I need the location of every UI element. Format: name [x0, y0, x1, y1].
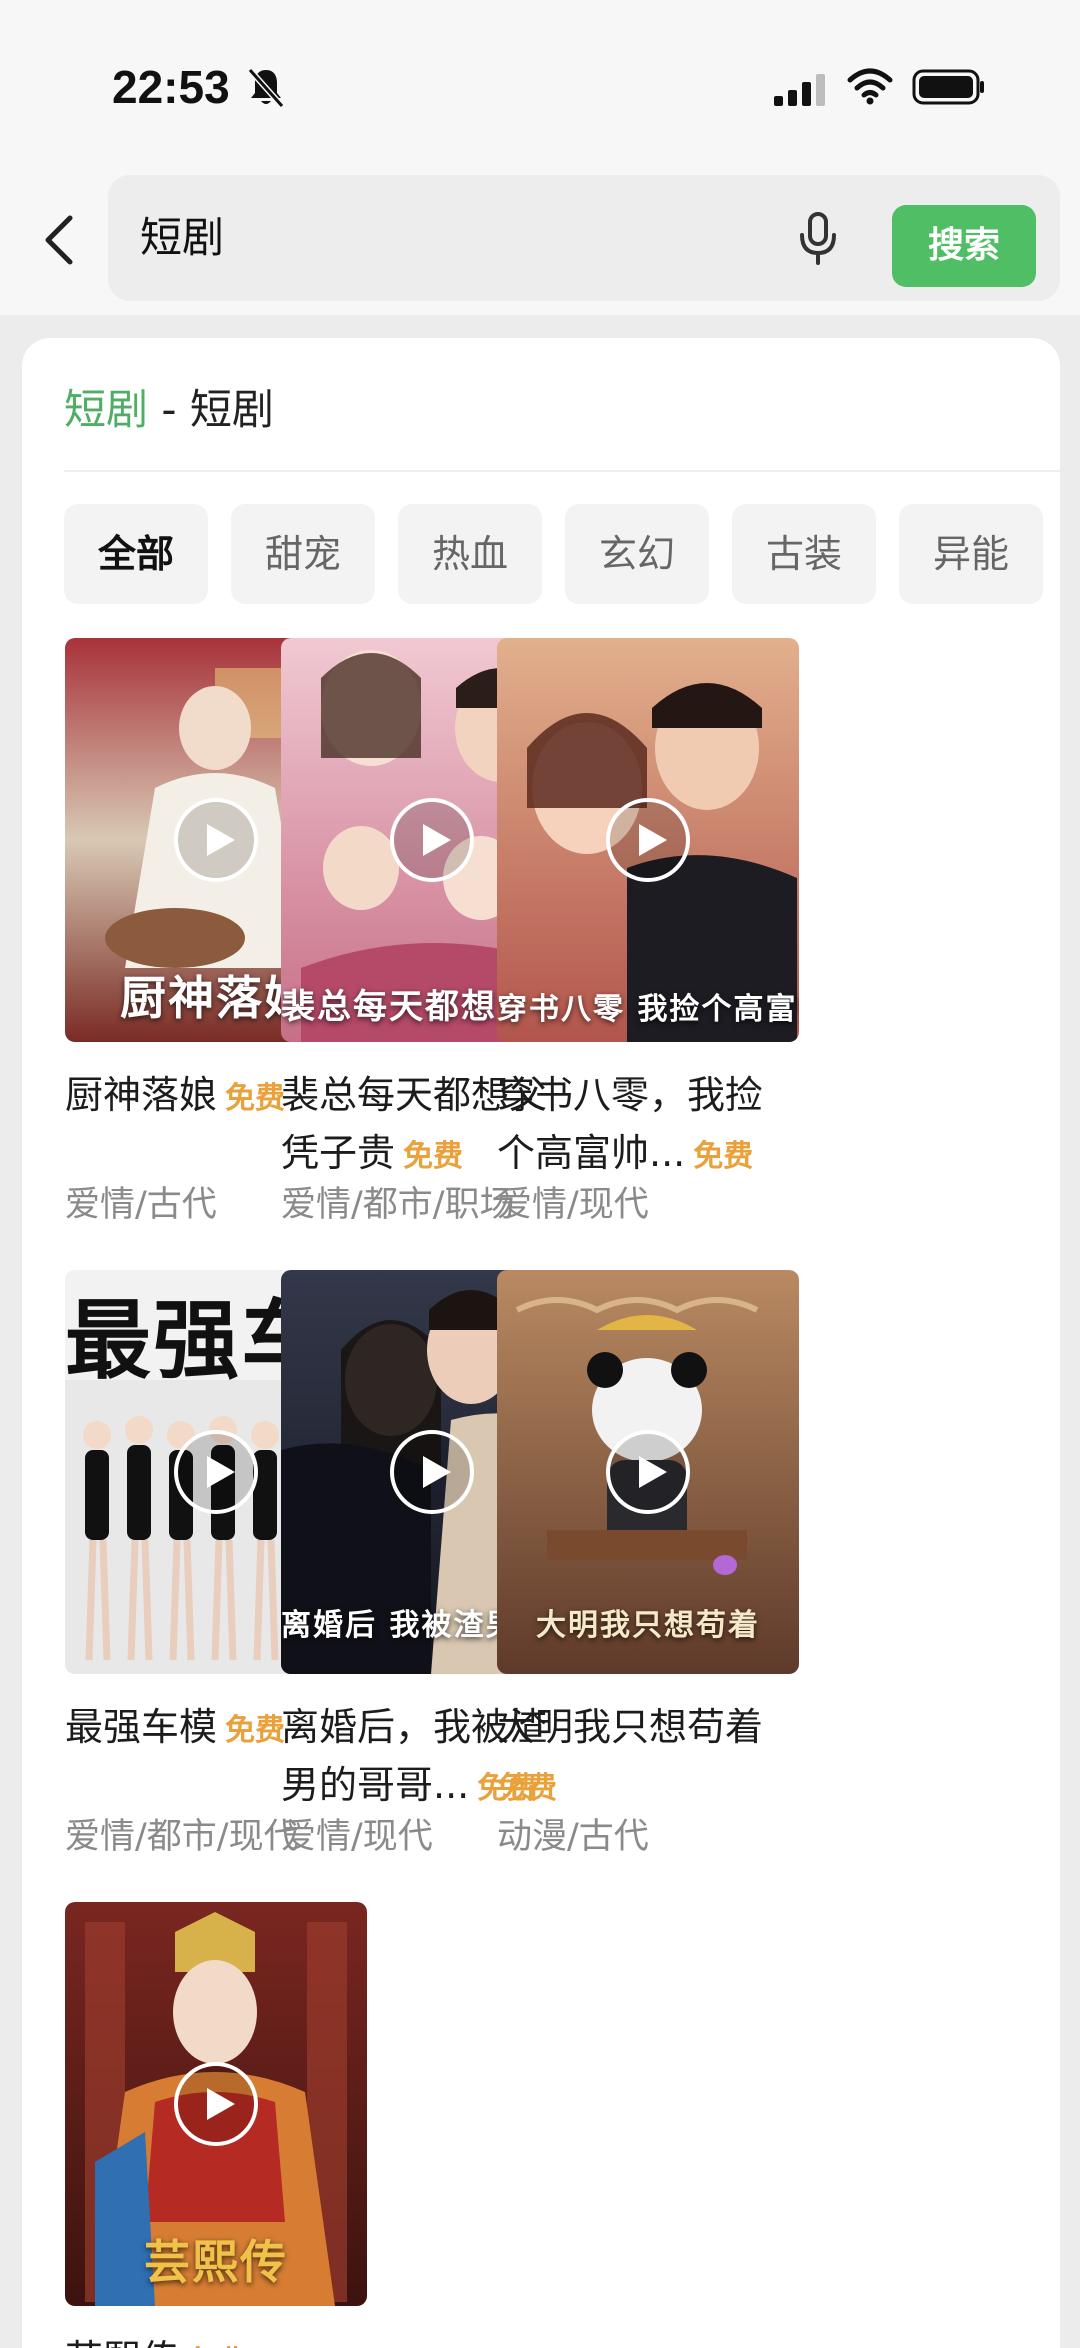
- free-badge: 免费: [693, 1139, 754, 1174]
- results-card: 短剧 - 短剧 全部 甜宠 热血 玄幻 古装 异能 厨神落娘 厨神落娘 免费 爱…: [22, 338, 1060, 2348]
- wifi-icon: [847, 68, 893, 105]
- divider: [64, 470, 1060, 472]
- video-poster[interactable]: 穿书八零 我捡个高富帅老公: [497, 638, 799, 1042]
- video-genre: 爱情/现代: [497, 1185, 649, 1225]
- poster-caption: 芸熙传: [144, 2235, 288, 2289]
- video-poster[interactable]: 芸熙传: [65, 1902, 367, 2306]
- filter-tab-fantasy[interactable]: 玄幻: [565, 504, 709, 604]
- play-icon[interactable]: [605, 797, 691, 883]
- filter-tabs: 全部 甜宠 热血 玄幻 古装 异能: [64, 504, 1060, 604]
- play-icon[interactable]: [173, 1429, 259, 1515]
- play-icon[interactable]: [389, 1429, 475, 1515]
- filter-tab-costume[interactable]: 古装: [732, 504, 876, 604]
- search-input[interactable]: [140, 203, 780, 273]
- filter-tab-superpower[interactable]: 异能: [899, 504, 1043, 604]
- play-icon[interactable]: [173, 797, 259, 883]
- battery-icon: [912, 69, 984, 105]
- video-poster[interactable]: 大明我只想苟着: [497, 1270, 799, 1674]
- category-keyword: 短剧: [64, 385, 149, 434]
- status-bar: 22:53: [0, 0, 1080, 165]
- chevron-left-icon: [45, 215, 73, 265]
- free-badge: 免费: [403, 1139, 464, 1174]
- status-time: 22:53: [112, 61, 230, 113]
- filter-tab-passion[interactable]: 热血: [398, 504, 542, 604]
- video-genre: 动漫/古代: [497, 1817, 649, 1857]
- category-name: 短剧: [189, 385, 274, 434]
- filter-tab-all[interactable]: 全部: [64, 504, 208, 604]
- bell-slash-icon: [247, 68, 285, 108]
- category-title: 短剧 - 短剧: [64, 380, 274, 440]
- free-badge: 免费: [497, 1771, 557, 1806]
- search-header: 搜索: [0, 165, 1080, 315]
- filter-tab-sweet[interactable]: 甜宠: [231, 504, 375, 604]
- video-title[interactable]: 穿书八零，我捡个高富帅... 免费: [497, 1066, 799, 1186]
- signal-icon: [774, 74, 825, 106]
- free-badge: 免费: [225, 1081, 286, 1116]
- play-icon[interactable]: [605, 1429, 691, 1515]
- play-icon[interactable]: [389, 797, 475, 883]
- poster-caption: 穿书八零 我捡个高富帅老公: [497, 992, 799, 1027]
- microphone-icon[interactable]: [796, 211, 840, 267]
- free-badge: 免费: [225, 1713, 286, 1748]
- search-box: 搜索: [108, 175, 1060, 301]
- play-icon[interactable]: [173, 2061, 259, 2147]
- back-button[interactable]: [28, 205, 90, 275]
- search-button[interactable]: 搜索: [892, 205, 1036, 287]
- poster-caption: 大明我只想苟着: [536, 1608, 760, 1643]
- category-separator: -: [161, 385, 177, 434]
- video-title[interactable]: 芸熙传免费: [65, 2330, 367, 2348]
- video-title[interactable]: 大明我只想苟着 免费: [497, 1698, 799, 1818]
